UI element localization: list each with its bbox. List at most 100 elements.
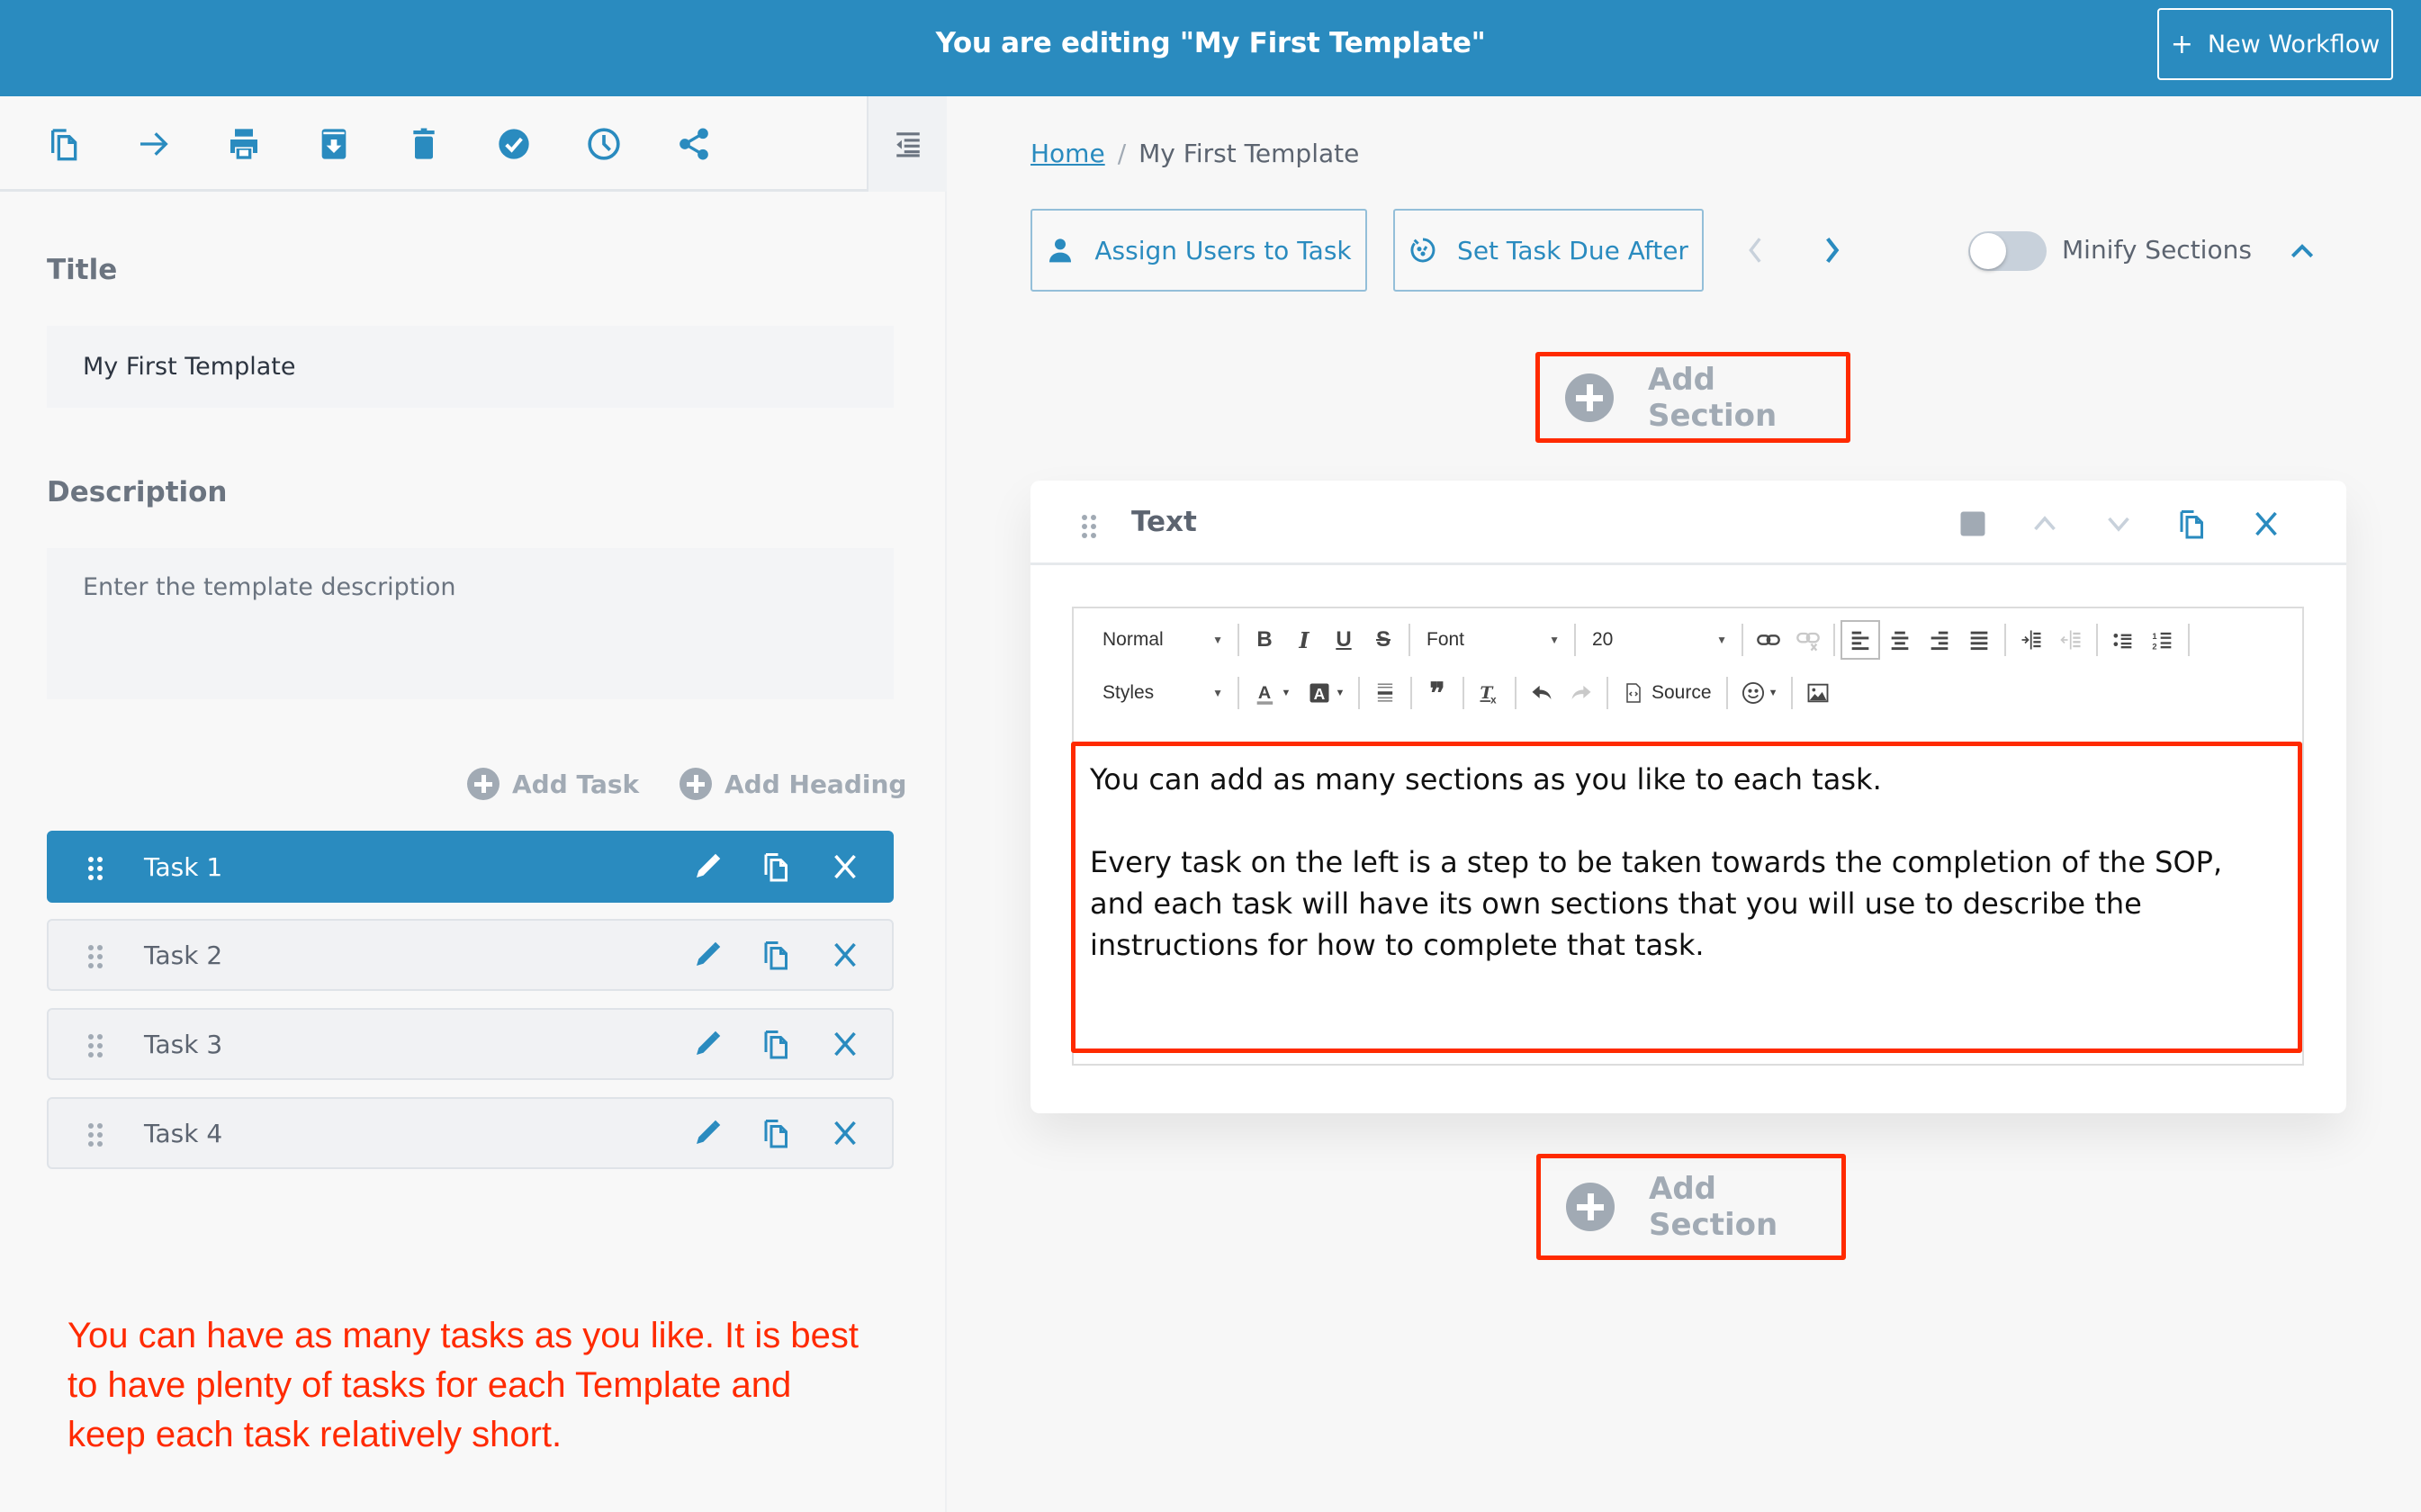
source-button[interactable]: Source <box>1614 682 1721 704</box>
underline-button[interactable]: U <box>1324 620 1364 660</box>
set-task-due-label: Set Task Due After <box>1457 235 1688 266</box>
assign-users-button[interactable]: Assign Users to Task <box>1030 209 1367 292</box>
font-select[interactable]: Font ▼ <box>1416 629 1569 651</box>
font-size-select[interactable]: 20 ▼ <box>1581 629 1736 651</box>
add-task-button[interactable]: Add Task <box>467 768 639 800</box>
align-justify-button[interactable] <box>1959 620 1999 660</box>
delete-task-button[interactable] <box>827 1028 863 1064</box>
undo-button[interactable] <box>1522 673 1562 713</box>
share-icon[interactable] <box>673 123 715 165</box>
collapse-all-button[interactable] <box>2284 232 2320 268</box>
duplicate-task-button[interactable] <box>759 1117 795 1153</box>
delete-task-button[interactable] <box>827 939 863 975</box>
next-task-button[interactable] <box>1814 230 1850 270</box>
close-icon <box>2255 511 2277 536</box>
editor-content[interactable]: You can add as many sections as you like… <box>1071 742 2302 1053</box>
breadcrumb-home-link[interactable]: Home <box>1030 139 1105 168</box>
collapse-sidebar-button[interactable] <box>867 96 947 192</box>
styles-select[interactable]: Styles ▼ <box>1074 682 1232 704</box>
delete-task-button[interactable] <box>827 850 863 886</box>
assign-users-label: Assign Users to Task <box>1094 235 1352 266</box>
horizontal-rule-button[interactable] <box>1365 673 1405 713</box>
section-header: Text <box>1030 481 2346 565</box>
link-icon <box>1757 634 1780 645</box>
edit-task-button[interactable] <box>689 1028 725 1064</box>
unlink-button[interactable] <box>1788 620 1828 660</box>
arrow-right-icon[interactable] <box>133 123 175 165</box>
toolbar-divider <box>1790 677 1793 709</box>
edit-task-button[interactable] <box>689 1117 725 1153</box>
clock-icon[interactable] <box>583 123 625 165</box>
font-size-value: 20 <box>1592 629 1614 650</box>
minify-sections-toggle[interactable] <box>1968 231 2047 271</box>
add-heading-button[interactable]: Add Heading <box>680 768 906 800</box>
print-icon[interactable] <box>223 123 265 165</box>
title-input[interactable]: My First Template <box>47 326 894 408</box>
duplicate-task-button[interactable] <box>759 939 795 975</box>
emoji-button[interactable]: ▼ <box>1733 673 1786 713</box>
bulleted-list-button[interactable] <box>2103 620 2143 660</box>
outdent-button[interactable] <box>2051 620 2091 660</box>
add-section-button-bottom[interactable]: Add Section <box>1536 1154 1846 1260</box>
task-item[interactable]: Task 4 <box>47 1097 894 1169</box>
drag-handle-icon[interactable] <box>1082 515 1096 538</box>
background-color-button[interactable]: A ▼ <box>1299 673 1353 713</box>
duplicate-icon <box>760 1117 793 1153</box>
toolbar-divider <box>1238 624 1239 656</box>
editor-paragraph: Every task on the left is a step to be t… <box>1090 845 2223 962</box>
duplicate-icon <box>760 939 793 975</box>
drag-handle-icon[interactable] <box>88 945 103 968</box>
format-select-value: Normal <box>1102 629 1164 650</box>
archive-icon[interactable] <box>313 123 355 165</box>
move-section-up-button[interactable] <box>2027 506 2063 542</box>
align-center-button[interactable] <box>1880 620 1920 660</box>
drag-handle-icon[interactable] <box>88 857 103 880</box>
pencil-icon <box>691 939 724 975</box>
duplicate-task-button[interactable] <box>759 1028 795 1064</box>
task-item[interactable]: Task 1 <box>47 831 894 903</box>
remove-format-button[interactable]: Tx <box>1470 673 1509 713</box>
duplicate-section-button[interactable] <box>2174 506 2210 542</box>
text-color-icon: A <box>1256 683 1273 705</box>
toolbar-divider <box>1574 624 1576 656</box>
close-icon <box>829 939 861 975</box>
chevron-down-icon <box>2108 517 2129 532</box>
drag-handle-icon[interactable] <box>88 1123 103 1147</box>
redo-button[interactable] <box>1562 673 1601 713</box>
duplicate-task-button[interactable] <box>759 850 795 886</box>
align-right-button[interactable] <box>1920 620 1959 660</box>
bold-button[interactable]: B <box>1245 620 1284 660</box>
section-minimize-button[interactable] <box>1955 506 1991 542</box>
blockquote-button[interactable]: ❞ <box>1418 673 1457 713</box>
delete-section-button[interactable] <box>2248 506 2284 542</box>
duplicate-icon[interactable] <box>44 123 86 165</box>
toolbar-divider <box>1833 624 1835 656</box>
move-section-down-button[interactable] <box>2101 506 2137 542</box>
drag-handle-icon[interactable] <box>88 1034 103 1058</box>
description-textarea[interactable]: Enter the template description <box>47 548 894 699</box>
format-select[interactable]: Normal ▼ <box>1074 629 1232 651</box>
edit-task-button[interactable] <box>689 850 725 886</box>
italic-button[interactable]: I <box>1284 620 1324 660</box>
task-item[interactable]: Task 3 <box>47 1008 894 1080</box>
source-label: Source <box>1652 682 1712 703</box>
check-circle-icon[interactable] <box>493 123 535 165</box>
previous-task-button[interactable] <box>1738 230 1774 270</box>
chevron-up-icon <box>2290 244 2314 258</box>
new-workflow-button[interactable]: + New Workflow <box>2157 8 2393 80</box>
set-task-due-button[interactable]: Set Task Due After <box>1393 209 1704 292</box>
toolbar-divider <box>1606 677 1608 709</box>
add-section-button-top[interactable]: Add Section <box>1535 352 1850 443</box>
delete-task-button[interactable] <box>827 1117 863 1153</box>
numbered-list-button[interactable]: 12 <box>2143 620 2182 660</box>
edit-task-button[interactable] <box>689 939 725 975</box>
link-button[interactable] <box>1749 620 1788 660</box>
indent-button[interactable] <box>2012 620 2051 660</box>
font-select-value: Font <box>1426 629 1465 650</box>
task-item[interactable]: Task 2 <box>47 919 894 991</box>
text-color-button[interactable]: A ▼ <box>1245 673 1299 713</box>
insert-image-button[interactable] <box>1798 673 1838 713</box>
align-left-button[interactable] <box>1840 620 1880 660</box>
strikethrough-button[interactable]: S <box>1364 620 1403 660</box>
trash-icon[interactable] <box>403 123 445 165</box>
